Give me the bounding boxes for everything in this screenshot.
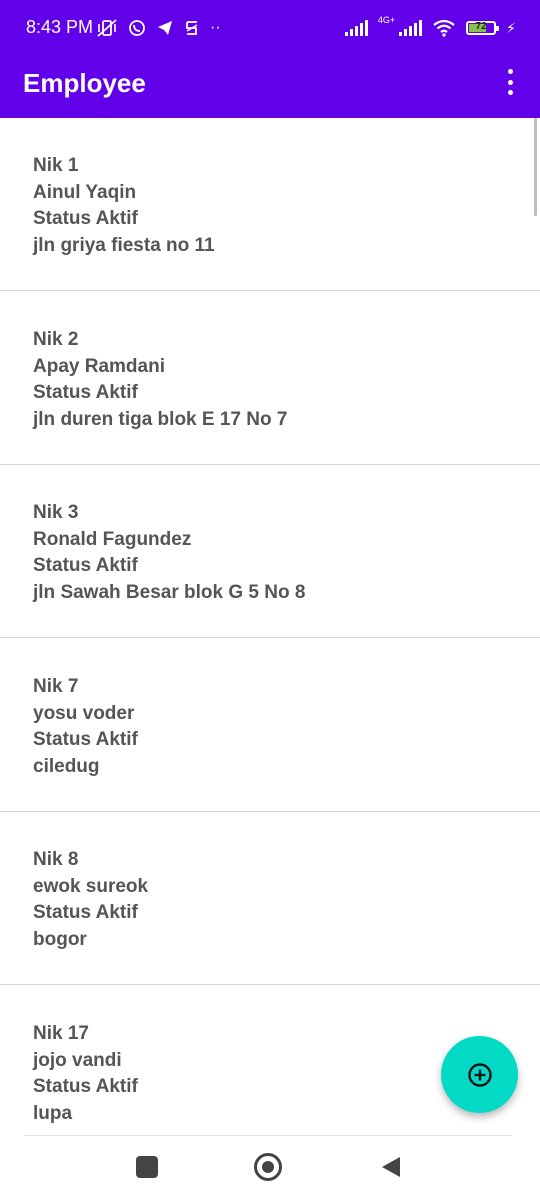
- home-button[interactable]: [254, 1153, 282, 1181]
- app-bar: Employee: [0, 56, 540, 118]
- battery-level: 72: [475, 21, 487, 32]
- wifi-icon: [433, 19, 455, 37]
- whatsapp-icon: [129, 20, 145, 36]
- status-bar: 8:43 PM ·· 4G+ 72 ⚡: [0, 0, 540, 56]
- home-icon: [262, 1161, 274, 1173]
- employee-name: ewok sureok: [33, 876, 149, 897]
- menu-dot-icon: [507, 69, 513, 74]
- employee-address: lupa: [33, 1103, 73, 1124]
- overflow-menu-button[interactable]: [502, 69, 518, 95]
- add-employee-button[interactable]: [441, 1036, 518, 1113]
- employee-address: jln griya fiesta no 11: [33, 235, 215, 256]
- page-title: Employee: [23, 68, 146, 98]
- back-button[interactable]: [380, 1155, 402, 1179]
- more-notifications-icon: ··: [210, 19, 221, 36]
- notification-icons: ··: [96, 14, 221, 42]
- employee-address: jln Sawah Besar blok G 5 No 8: [33, 582, 306, 603]
- employee-card[interactable]: Nik 7 yosu voder Status Aktif ciledug: [0, 639, 540, 812]
- employee-nik: Nik 8: [33, 849, 79, 870]
- employee-nik: Nik 2: [33, 329, 79, 350]
- employee-name: jojo vandi: [33, 1050, 122, 1071]
- app-notification-icon: [186, 21, 198, 35]
- recent-apps-button[interactable]: [136, 1156, 158, 1178]
- employee-name: yosu voder: [33, 703, 135, 724]
- menu-dot-icon: [507, 90, 513, 95]
- employee-card[interactable]: Nik 8 ewok sureok Status Aktif bogor: [0, 812, 540, 985]
- employee-card[interactable]: Nik 17 jojo vandi Status Aktif lupa: [24, 986, 512, 1136]
- employee-status: Status Aktif: [33, 902, 138, 923]
- system-nav-bar: [0, 1138, 540, 1200]
- battery-icon: 72: [466, 21, 500, 35]
- charging-icon: ⚡: [506, 19, 516, 36]
- employee-nik: Nik 17: [33, 1023, 89, 1044]
- employee-nik: Nik 7: [33, 676, 79, 697]
- employee-name: Ainul Yaqin: [33, 182, 137, 203]
- employee-address: bogor: [33, 929, 87, 950]
- employee-address: ciledug: [33, 756, 100, 777]
- system-indicators: 4G+ 72 ⚡: [344, 14, 516, 42]
- employee-status: Status Aktif: [33, 1076, 138, 1097]
- employee-address: jln duren tiga blok E 17 No 7: [33, 409, 288, 430]
- employee-status: Status Aktif: [33, 555, 138, 576]
- employee-list[interactable]: Nik 1 Ainul Yaqin Status Aktif jln griya…: [0, 118, 540, 1138]
- signal-icon-2: [399, 20, 423, 36]
- signal-icon: [344, 20, 368, 36]
- add-circle-icon: [467, 1062, 492, 1087]
- employee-nik: Nik 3: [33, 502, 79, 523]
- network-type-label: 4G+: [377, 15, 396, 25]
- employee-status: Status Aktif: [33, 729, 138, 750]
- employee-card[interactable]: Nik 2 Apay Ramdani Status Aktif jln dure…: [0, 292, 540, 465]
- employee-status: Status Aktif: [33, 208, 138, 229]
- employee-name: Ronald Fagundez: [33, 529, 192, 550]
- employee-card[interactable]: Nik 1 Ainul Yaqin Status Aktif jln griya…: [0, 118, 540, 291]
- employee-card[interactable]: Nik 3 Ronald Fagundez Status Aktif jln S…: [0, 465, 540, 638]
- vibrate-off-icon: [97, 19, 117, 37]
- employee-nik: Nik 1: [33, 155, 79, 176]
- employee-status: Status Aktif: [33, 382, 138, 403]
- telegram-icon: [158, 21, 172, 35]
- status-time: 8:43 PM: [26, 17, 94, 37]
- employee-name: Apay Ramdani: [33, 356, 165, 377]
- menu-dot-icon: [507, 79, 513, 85]
